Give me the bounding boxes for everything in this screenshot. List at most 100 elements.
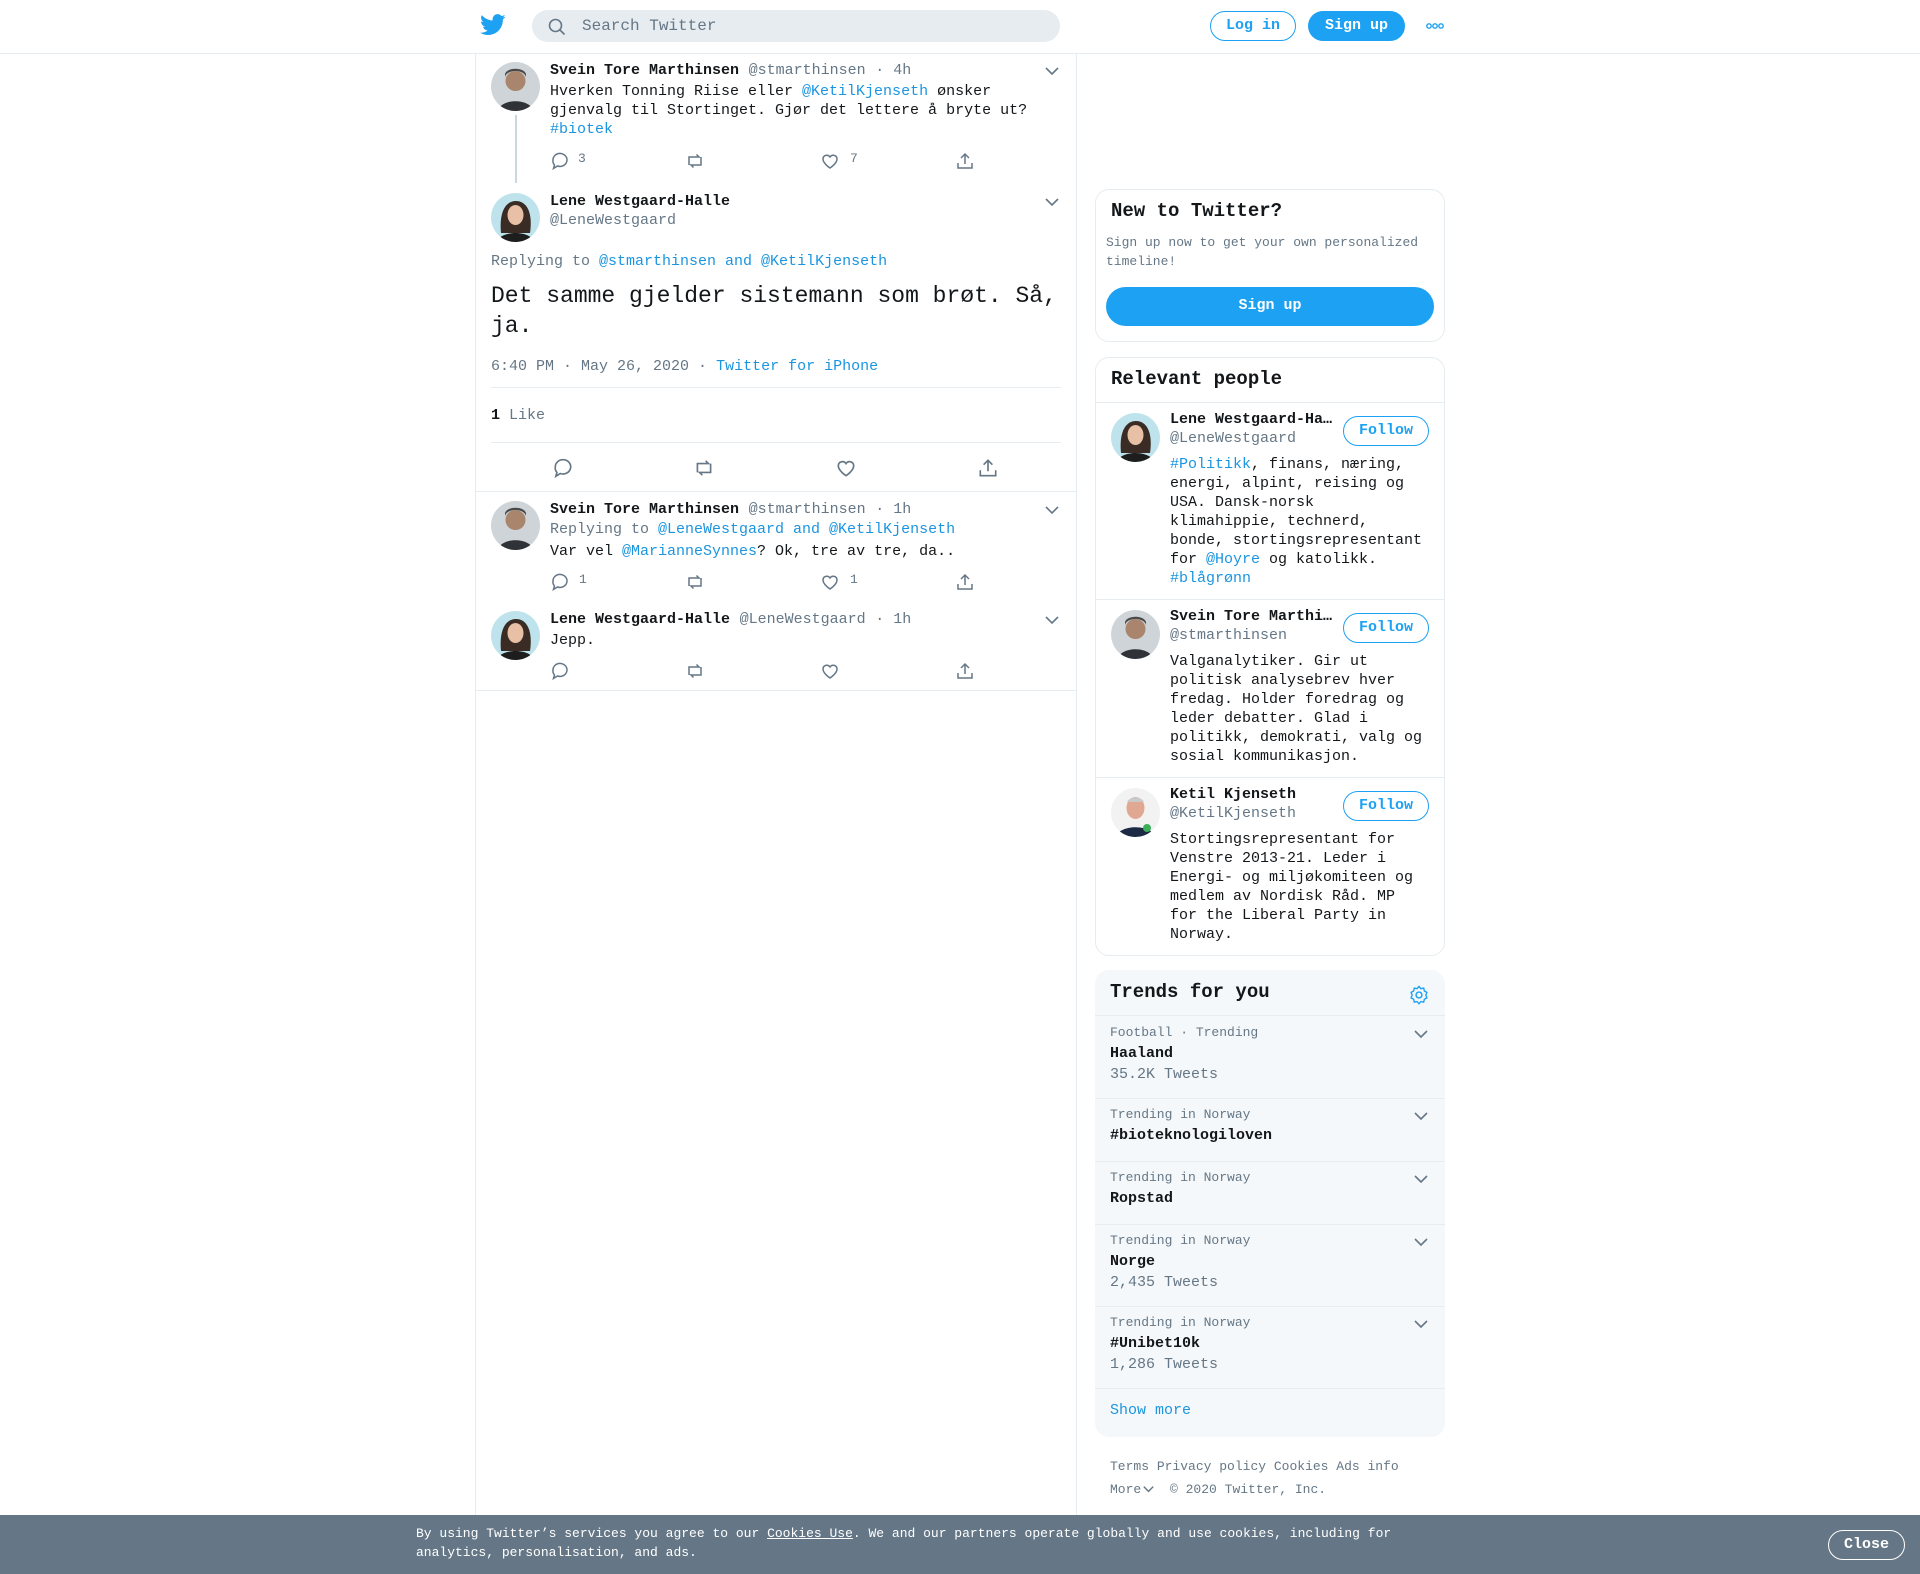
mention-link[interactable]: @MarianneSynnes [622, 543, 757, 560]
person-item[interactable]: Lene Westgaard-Ha… @LeneWestgaard Follow… [1096, 403, 1444, 599]
person-handle[interactable]: @LeneWestgaard [1170, 430, 1296, 447]
reply-count: 3 [578, 151, 586, 166]
chevron-down-icon[interactable] [1414, 1029, 1428, 1039]
retweet-icon[interactable] [693, 457, 715, 479]
follow-button[interactable]: Follow [1343, 416, 1429, 446]
more-options-icon[interactable] [1426, 21, 1444, 31]
login-button[interactable]: Log in [1210, 11, 1296, 41]
follow-button[interactable]: Follow [1343, 613, 1429, 643]
chevron-down-icon[interactable] [1414, 1174, 1428, 1184]
author-name[interactable]: Lene Westgaard-Halle [550, 611, 730, 628]
mention-link[interactable]: @Hoyre [1206, 551, 1260, 568]
author-name[interactable]: Svein Tore Marthinsen [550, 501, 739, 518]
share-icon[interactable] [955, 572, 975, 592]
like-icon[interactable] [820, 661, 840, 681]
like-icon[interactable] [820, 572, 840, 592]
trend-item[interactable]: Trending in Norway #bioteknologiloven [1095, 1099, 1445, 1161]
retweet-icon[interactable] [685, 151, 705, 171]
footer-link-privacy[interactable]: Privacy policy [1157, 1459, 1266, 1474]
tweet-time[interactable]: · 1h [875, 611, 911, 628]
person-bio: Stortingsrepresentant for Venstre 2013-2… [1170, 831, 1414, 943]
search-icon [548, 18, 566, 36]
avatar[interactable] [491, 501, 540, 550]
author-handle[interactable]: @stmarthinsen [749, 501, 866, 518]
share-icon[interactable] [955, 151, 975, 171]
person-item[interactable]: Svein Tore Marthi… @stmarthinsen Follow … [1096, 600, 1444, 777]
footer-link-terms[interactable]: Terms [1110, 1459, 1149, 1474]
tweet-item[interactable]: Svein Tore Marthinsen @stmarthinsen · 4h… [476, 53, 1076, 183]
search-placeholder: Search Twitter [582, 17, 717, 35]
divider [491, 442, 1061, 443]
like-icon[interactable] [835, 457, 857, 479]
reply-icon[interactable] [550, 572, 570, 592]
author-handle[interactable]: @stmarthinsen [749, 62, 866, 79]
hashtag-link[interactable]: #Politikk [1170, 456, 1251, 473]
avatar[interactable] [1111, 610, 1160, 659]
replying-to-link[interactable]: @stmarthinsen and @KetilKjenseth [599, 253, 887, 270]
retweet-icon[interactable] [685, 572, 705, 592]
chevron-down-icon[interactable] [1414, 1237, 1428, 1247]
tweet-time[interactable]: · 1h [875, 501, 911, 518]
footer-link-cookies[interactable]: Cookies [1274, 1459, 1329, 1474]
avatar[interactable] [1111, 788, 1160, 837]
close-button[interactable]: Close [1828, 1530, 1905, 1560]
divider [491, 387, 1061, 388]
relevant-people-card: Relevant people Lene Westgaard-Ha… @Lene… [1095, 357, 1445, 956]
author-handle[interactable]: @LeneWestgaard [740, 611, 866, 628]
like-count: 1 [850, 572, 858, 587]
author-name[interactable]: Svein Tore Marthinsen [550, 62, 739, 79]
settings-gear-icon[interactable] [1408, 984, 1430, 1006]
chevron-down-icon[interactable] [1414, 1111, 1428, 1121]
cookies-use-link[interactable]: Cookies Use [767, 1526, 853, 1541]
chevron-down-icon[interactable] [1045, 66, 1059, 76]
tweet-item[interactable]: Lene Westgaard-Halle @LeneWestgaard · 1h… [476, 602, 1076, 690]
card-title: Trends for you [1110, 981, 1270, 1003]
chevron-down-icon[interactable] [1045, 505, 1059, 515]
tweet-time[interactable]: · 4h [875, 62, 911, 79]
replying-to-link[interactable]: @LeneWestgaard and @KetilKjenseth [658, 521, 955, 538]
trend-item[interactable]: Football · Trending Haaland 35.2K Tweets [1095, 1016, 1445, 1098]
avatar[interactable] [491, 62, 540, 111]
author-name[interactable]: Lene Westgaard-Halle [550, 193, 730, 210]
signup-button[interactable]: Sign up [1308, 11, 1405, 41]
trend-item[interactable]: Trending in Norway #Unibet10k 1,286 Twee… [1095, 1307, 1445, 1388]
tweet-item[interactable]: Svein Tore Marthinsen @stmarthinsen · 1h… [476, 492, 1076, 602]
follow-button[interactable]: Follow [1343, 791, 1429, 821]
avatar[interactable] [1111, 413, 1160, 462]
show-more-link[interactable]: Show more [1110, 1402, 1191, 1419]
tweet-source-link[interactable]: Twitter for iPhone [716, 358, 878, 375]
person-handle[interactable]: @stmarthinsen [1170, 627, 1287, 644]
like-stats[interactable]: 1 Like [491, 407, 545, 424]
card-title: Relevant people [1111, 368, 1283, 390]
avatar[interactable] [491, 611, 540, 660]
reply-icon[interactable] [550, 661, 570, 681]
signup-button[interactable]: Sign up [1106, 287, 1434, 326]
avatar[interactable] [491, 193, 540, 242]
hashtag-link[interactable]: #blågrønn [1170, 570, 1251, 587]
footer-more-button[interactable]: More [1110, 1482, 1154, 1497]
author-handle[interactable]: @LeneWestgaard [550, 212, 676, 229]
person-name[interactable]: Ketil Kjenseth [1170, 786, 1296, 803]
footer-link-ads[interactable]: Ads info [1336, 1459, 1398, 1474]
retweet-icon[interactable] [685, 661, 705, 681]
person-handle[interactable]: @KetilKjenseth [1170, 805, 1296, 822]
like-icon[interactable] [820, 151, 840, 171]
mention-link[interactable]: @KetilKjenseth [802, 83, 928, 100]
reply-icon[interactable] [552, 457, 574, 479]
chevron-down-icon[interactable] [1045, 615, 1059, 625]
trend-item[interactable]: Trending in Norway Ropstad [1095, 1162, 1445, 1224]
person-name[interactable]: Svein Tore Marthi… [1170, 608, 1332, 625]
hashtag-link[interactable]: #biotek [550, 121, 613, 138]
person-item[interactable]: Ketil Kjenseth @KetilKjenseth Follow Sto… [1096, 778, 1444, 954]
tweet-timestamp[interactable]: 6:40 PM · May 26, 2020 · [491, 358, 707, 375]
person-name[interactable]: Lene Westgaard-Ha… [1170, 411, 1332, 428]
share-icon[interactable] [977, 457, 999, 479]
share-icon[interactable] [955, 661, 975, 681]
chevron-down-icon[interactable] [1045, 197, 1059, 207]
search-bar[interactable]: Search Twitter [532, 10, 1060, 42]
reply-icon[interactable] [550, 151, 570, 171]
twitter-logo-icon[interactable] [480, 14, 506, 36]
trend-item[interactable]: Trending in Norway Norge 2,435 Tweets [1095, 1225, 1445, 1306]
chevron-down-icon[interactable] [1414, 1319, 1428, 1329]
tweet-text: Jepp. [550, 632, 596, 649]
